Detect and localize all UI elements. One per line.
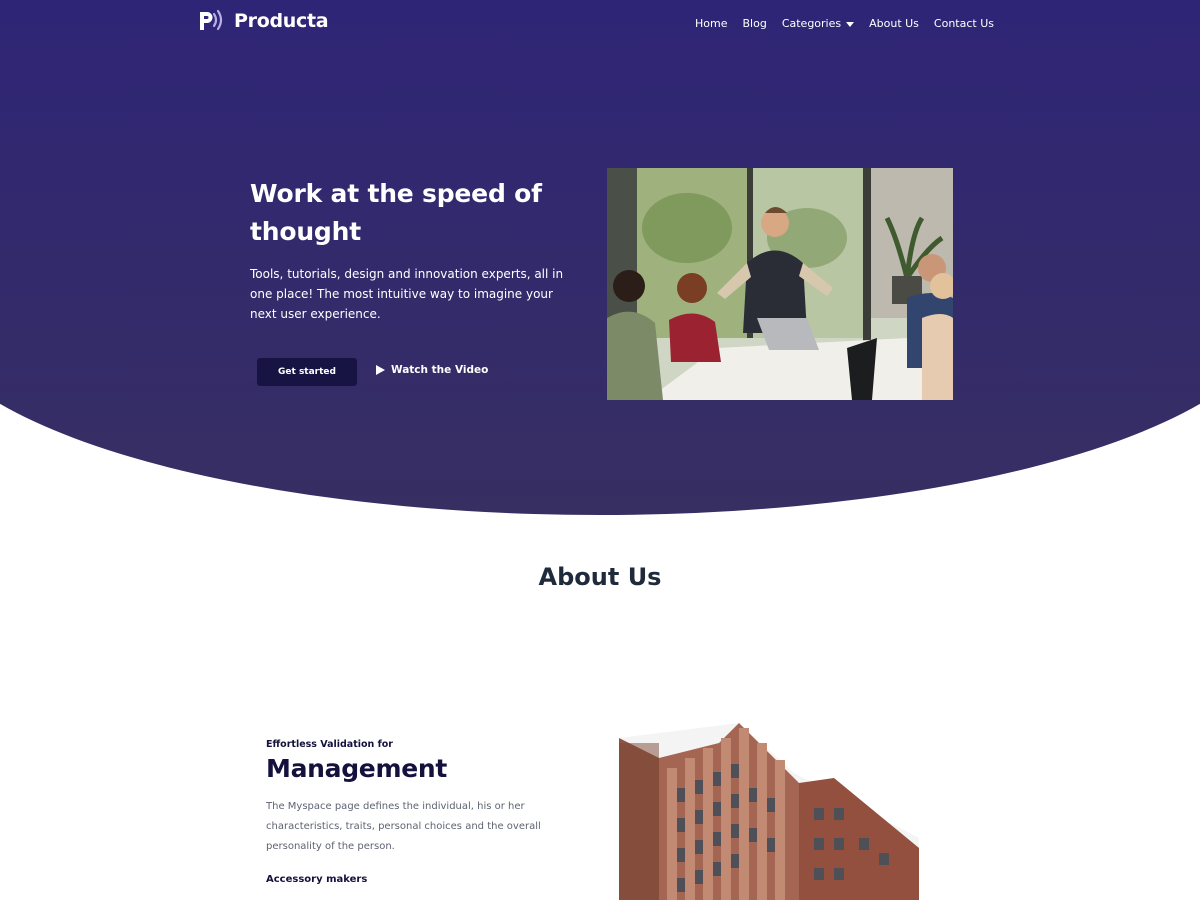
play-icon bbox=[376, 365, 385, 375]
hero-title: Work at the speed of thought bbox=[250, 179, 542, 246]
about-eyebrow: Effortless Validation for bbox=[266, 739, 393, 750]
about-section-title: About Us bbox=[538, 563, 662, 591]
about-heading: Management bbox=[266, 754, 448, 783]
watch-video-button[interactable]: Watch the Video bbox=[376, 364, 488, 376]
logo-mark-icon bbox=[198, 9, 226, 33]
watch-video-label: Watch the Video bbox=[391, 364, 489, 376]
hero-background bbox=[0, 0, 1200, 515]
nav-home[interactable]: Home bbox=[695, 17, 727, 30]
nav-blog[interactable]: Blog bbox=[742, 17, 766, 30]
brand-logo[interactable]: Producta bbox=[198, 9, 329, 33]
nav-categories[interactable]: Categories bbox=[781, 17, 855, 30]
nav-categories-label: Categories bbox=[781, 17, 842, 30]
brand-name: Producta bbox=[234, 10, 329, 32]
main-nav: Home Blog Categories About Us Contact Us bbox=[695, 17, 994, 30]
building-photo bbox=[619, 688, 919, 900]
chevron-down-icon bbox=[846, 21, 855, 27]
nav-about[interactable]: About Us bbox=[869, 17, 919, 30]
nav-contact[interactable]: Contact Us bbox=[934, 17, 994, 30]
hero-meeting-photo bbox=[607, 168, 953, 400]
get-started-button[interactable]: Get started bbox=[257, 358, 357, 386]
about-description: The Myspace page defines the individual,… bbox=[266, 801, 541, 852]
hero-description: Tools, tutorials, design and innovation … bbox=[250, 267, 564, 321]
hero-section: Producta Home Blog Categories About Us C… bbox=[0, 0, 1200, 520]
about-subheading: Accessory makers bbox=[266, 874, 368, 885]
